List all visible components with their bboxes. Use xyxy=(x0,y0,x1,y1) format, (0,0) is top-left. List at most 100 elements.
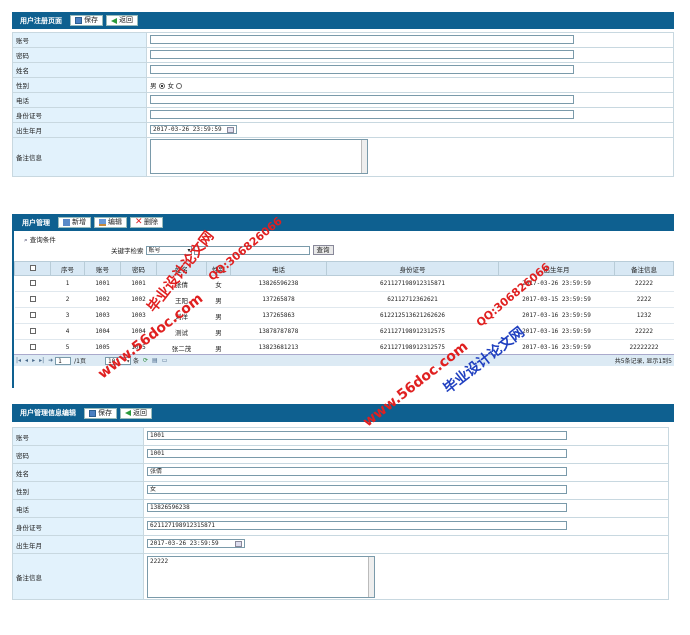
cell-account: 1002 xyxy=(84,291,121,308)
refresh-icon[interactable]: ⟳ xyxy=(143,357,148,364)
label-birth: 出生年月 xyxy=(12,535,144,554)
gender-male-radio[interactable] xyxy=(158,83,165,89)
edit-save-button[interactable]: 保存 xyxy=(84,407,117,419)
label-phone: 电话 xyxy=(12,92,147,108)
cell-idcard: 612212513621262626 xyxy=(326,307,499,324)
table-row[interactable]: 1 1001 1001 张倩 女 13826596238 62112719891… xyxy=(14,275,674,292)
cell-gender: 男 xyxy=(206,323,231,340)
label-birth: 出生年月 xyxy=(12,122,147,138)
edit-title: 用户管理信息编辑 xyxy=(20,409,76,417)
row-checkbox[interactable] xyxy=(29,343,36,350)
table-row[interactable]: 4 1004 1004 测试 男 13878787878 62112719891… xyxy=(14,323,674,340)
register-form: 账号 密码 姓名 性别男 女 电话 身份证号 出生年月 2017-03-26 23:… xyxy=(12,32,674,177)
save-icon xyxy=(75,17,82,24)
phone-input[interactable] xyxy=(150,94,574,104)
prev-page-icon[interactable]: ◂ xyxy=(25,357,28,364)
row-checkbox[interactable] xyxy=(29,311,36,318)
select-all-header xyxy=(14,261,51,276)
user-grid: 序号 账号 密码 姓名 性别 电话 身份证号 出生年月 备注信息 1 1001 … xyxy=(14,261,674,356)
cell-idcard: 621127198912315871 xyxy=(326,275,499,292)
register-back-button[interactable]: 返回 xyxy=(106,15,138,26)
edit-remark-textarea[interactable]: 22222 xyxy=(147,555,375,598)
remark-textarea[interactable] xyxy=(150,138,368,174)
page-number-input[interactable]: 1 xyxy=(55,356,72,365)
cell-password: 1001 xyxy=(120,275,157,292)
calendar-icon[interactable] xyxy=(227,126,234,133)
print-icon[interactable]: ▭ xyxy=(162,357,168,364)
search-icon: ⌕ xyxy=(24,236,28,244)
save-icon xyxy=(89,409,96,417)
register-save-button[interactable]: 保存 xyxy=(70,15,103,26)
label-idcard: 身份证号 xyxy=(12,107,147,123)
cell-gender: 男 xyxy=(206,307,231,324)
manage-header: 用户管理 新增 编辑 ✕ 删除 xyxy=(14,214,674,231)
row-checkbox[interactable] xyxy=(29,279,36,286)
password-input[interactable] xyxy=(150,49,574,59)
cell-index: 4 xyxy=(50,323,85,340)
col-account: 账号 xyxy=(84,261,121,276)
label-gender: 性别 xyxy=(12,77,147,93)
gender-female-radio[interactable] xyxy=(176,83,182,89)
edit-account-input[interactable]: 1001 xyxy=(147,431,567,440)
register-panel: 用户注册页面 保存 返回 账号 密码 姓名 性别男 女 电话 身份证号 出生年月 2… xyxy=(12,12,674,180)
select-all-checkbox[interactable] xyxy=(29,264,36,271)
edit-password-input[interactable]: 1001 xyxy=(147,449,567,458)
keyword-label: 关键字检索 xyxy=(111,247,144,255)
table-row[interactable]: 2 1002 1002 王阳 男 137265878 6211271236262… xyxy=(14,291,674,308)
cell-index: 1 xyxy=(50,275,85,292)
query-button[interactable]: 查询 xyxy=(312,245,334,255)
remark-scrollbar[interactable] xyxy=(368,556,374,597)
cell-phone: 13826596238 xyxy=(230,275,327,292)
edit-phone-input[interactable]: 13826596238 xyxy=(147,503,567,512)
cell-account: 1003 xyxy=(84,307,121,324)
cell-remark: 2222 xyxy=(614,291,674,308)
query-bar: ⌕ 查询条件 xyxy=(24,234,56,245)
edit-gender-input[interactable]: 女 xyxy=(147,485,567,494)
last-page-icon[interactable]: ▸| xyxy=(39,357,44,364)
label-remark: 备注信息 xyxy=(12,137,147,177)
cell-index: 2 xyxy=(50,291,85,308)
edit-back-button[interactable]: 返回 xyxy=(120,407,152,419)
cell-remark: 22222 xyxy=(614,323,674,340)
go-page-icon[interactable]: ➜ xyxy=(48,357,53,364)
add-button[interactable]: 新增 xyxy=(58,217,91,228)
birth-input[interactable]: 2017-03-26 23:59:59 xyxy=(150,124,237,134)
row-checkbox[interactable] xyxy=(29,327,36,334)
label-gender: 性别 xyxy=(12,481,144,500)
edit-header: 用户管理信息编辑 保存 返回 xyxy=(12,404,674,422)
next-page-icon[interactable]: ▸ xyxy=(32,357,35,364)
remark-scrollbar[interactable] xyxy=(361,139,367,173)
label-name: 姓名 xyxy=(12,62,147,78)
edit-idcard-input[interactable]: 621127198912315871 xyxy=(147,521,567,530)
edit-form: 账号 1001 密码 1001 姓名 张倩 性别女 电话 13826596238 身份证… xyxy=(12,427,669,600)
cell-phone: 13878787878 xyxy=(230,323,327,340)
query-label: 查询条件 xyxy=(29,236,56,244)
name-input[interactable] xyxy=(150,64,574,74)
label-password: 密码 xyxy=(12,47,147,63)
col-phone: 电话 xyxy=(230,261,327,276)
cell-idcard: 621127198912312575 xyxy=(326,323,499,340)
label-account: 账号 xyxy=(12,32,147,48)
keyword-row: 关键字检索 账号 ▾ 查询 xyxy=(111,245,334,255)
col-index: 序号 xyxy=(50,261,85,276)
export-icon[interactable]: ▤ xyxy=(152,357,158,364)
col-birth: 出生年月 xyxy=(498,261,615,276)
edit-button[interactable]: 编辑 xyxy=(94,217,127,228)
col-idcard: 身份证号 xyxy=(326,261,499,276)
account-input[interactable] xyxy=(150,34,574,44)
delete-button[interactable]: ✕ 删除 xyxy=(130,217,163,228)
col-remark: 备注信息 xyxy=(614,261,674,276)
page-total: /1页 xyxy=(74,358,86,365)
label-password: 密码 xyxy=(12,445,144,464)
cell-phone: 137265878 xyxy=(230,291,327,308)
cell-phone: 137265863 xyxy=(230,307,327,324)
table-row[interactable]: 3 1003 1003 刘洋 男 137265863 6122125136212… xyxy=(14,307,674,324)
calendar-icon[interactable] xyxy=(235,541,242,547)
idcard-input[interactable] xyxy=(150,109,574,119)
first-page-icon[interactable]: |◂ xyxy=(16,357,21,364)
edit-name-input[interactable]: 张倩 xyxy=(147,467,567,476)
gender-female-label: 女 xyxy=(167,82,175,90)
register-title: 用户注册页面 xyxy=(20,16,62,25)
edit-birth-input[interactable]: 2017-03-26 23:59:59 xyxy=(147,539,245,548)
row-checkbox[interactable] xyxy=(29,295,36,302)
